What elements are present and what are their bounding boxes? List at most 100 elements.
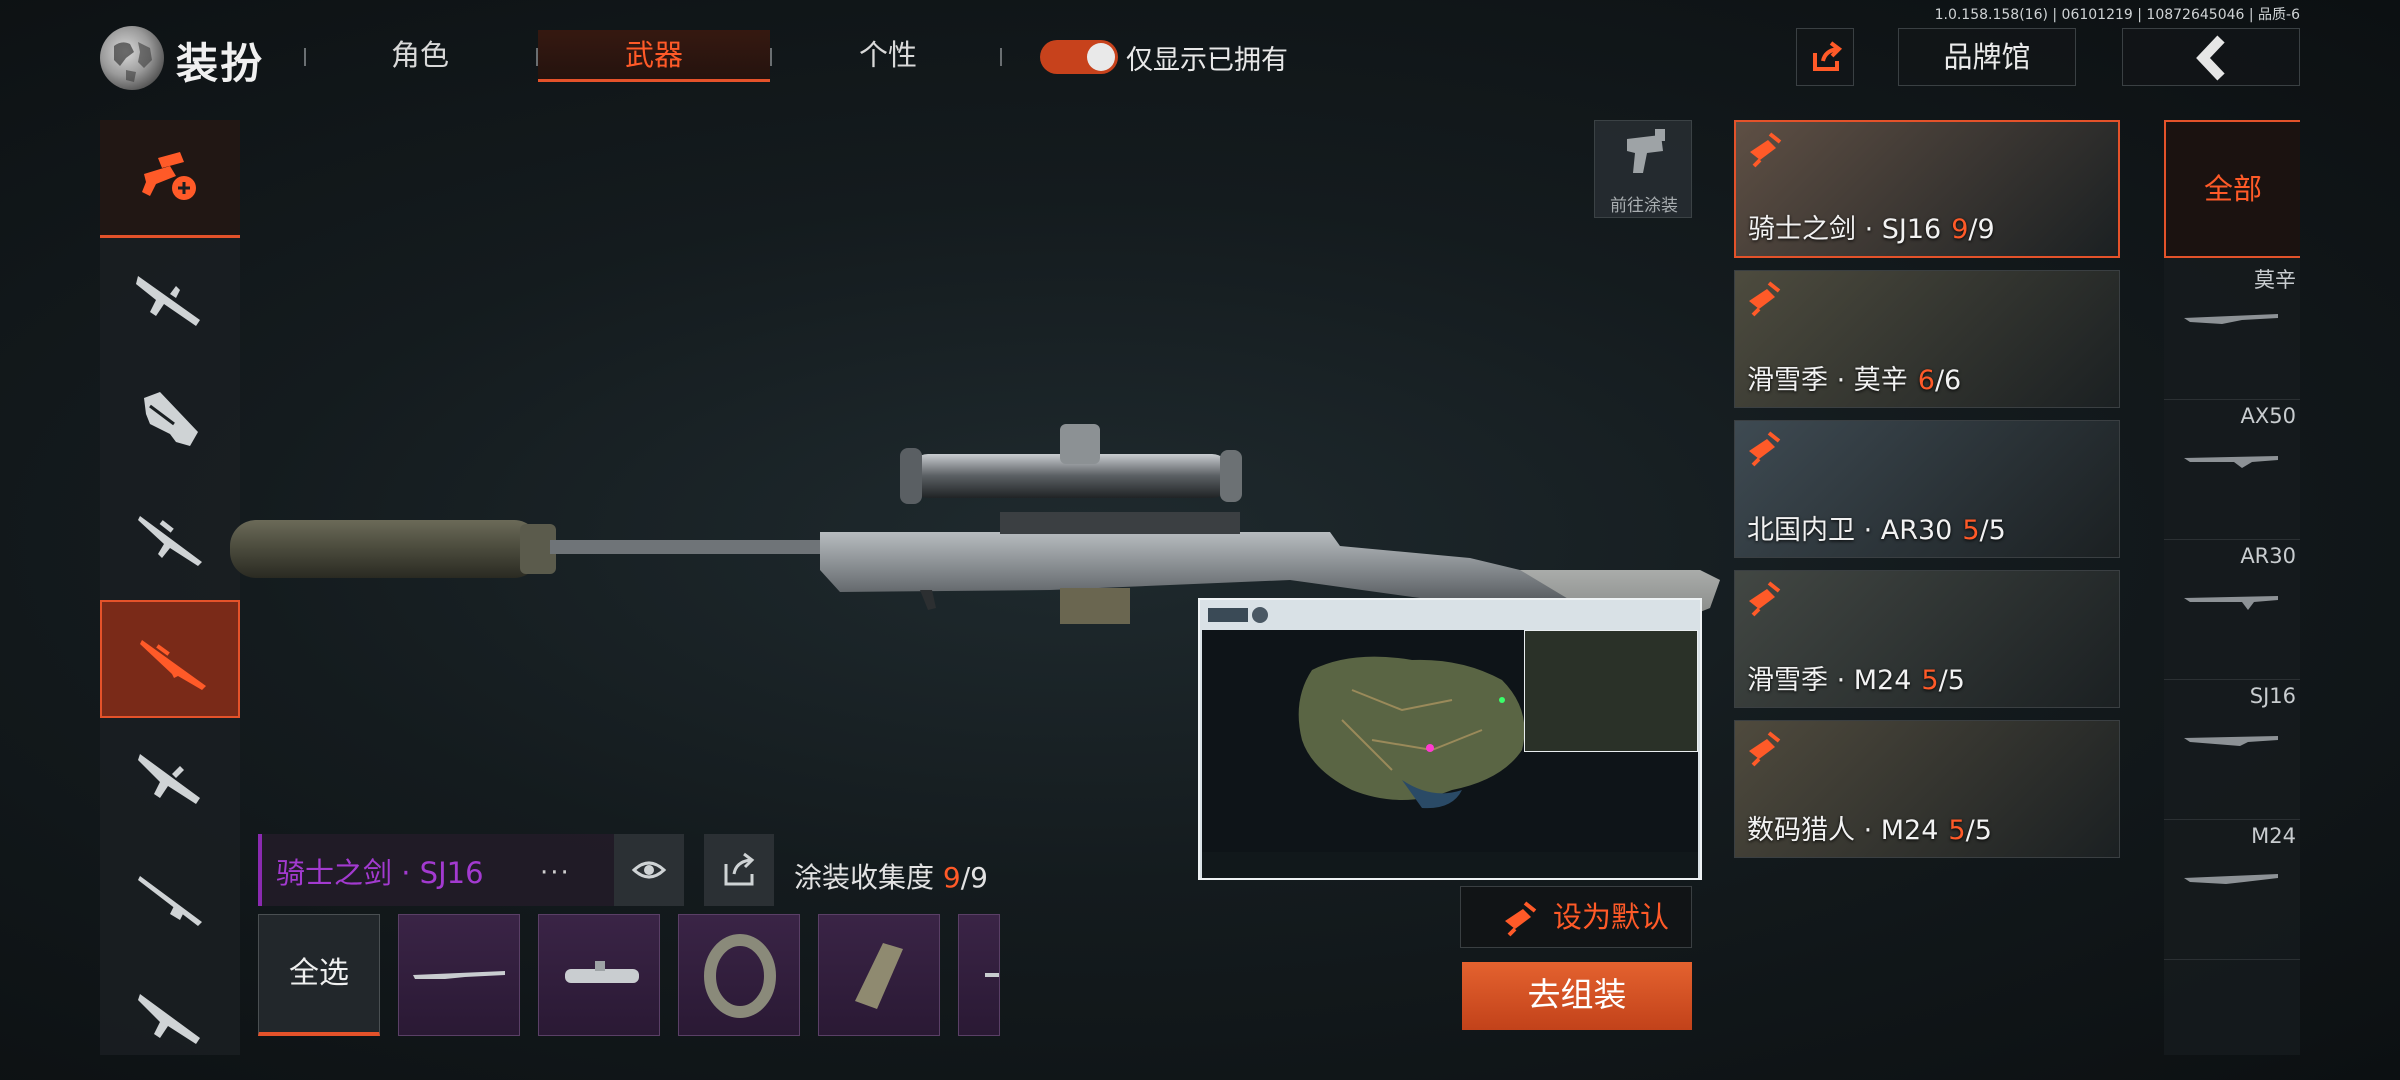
part-slot-magazine[interactable] — [818, 914, 940, 1036]
select-all-button[interactable]: 全选 — [258, 914, 380, 1036]
skin-label: 北国内卫 · AR30 5/5 — [1747, 508, 2006, 547]
current-skin-title: 骑士之剑 · SJ16 — [276, 856, 484, 890]
collection-owned-count: 9 — [942, 861, 961, 894]
map-window-titlebar — [1208, 607, 1268, 623]
assault-rifle-icon — [136, 276, 200, 326]
paint-roller-icon — [1749, 731, 1781, 767]
eye-icon — [631, 861, 667, 879]
filter-label: AR30 — [2240, 544, 2296, 568]
rifle-icon — [138, 994, 200, 1044]
floating-map-window[interactable] — [1198, 598, 1702, 880]
skin-total-count: /6 — [1934, 365, 1962, 396]
paint-roller-icon — [1749, 281, 1781, 317]
filter-item-ax50[interactable]: AX50 — [2164, 400, 2300, 540]
skin-total-count: /5 — [1938, 665, 1965, 696]
rifle-silhouette-icon — [2184, 874, 2278, 884]
category-shotgun[interactable] — [100, 840, 240, 958]
paint-roller-icon — [1749, 581, 1781, 617]
part-slot-muzzle-ring[interactable] — [678, 914, 800, 1036]
part-slot-rifle-body[interactable] — [398, 914, 520, 1036]
goto-paint-button[interactable]: 前往涂装 — [1594, 120, 1692, 218]
paint-roller-icon — [1505, 901, 1537, 937]
part-slot-partial[interactable] — [958, 914, 1000, 1036]
skin-owned-count: 5 — [1921, 665, 1939, 696]
sniper-rifle-icon — [140, 640, 206, 690]
skin-card[interactable]: 滑雪季 · M24 5/5 — [1734, 570, 2120, 708]
skin-label: 数码猎人 · M24 5/5 — [1747, 808, 1992, 847]
filter-label: 莫辛 — [2254, 268, 2296, 292]
filter-all-button[interactable]: 全部 — [2164, 120, 2300, 258]
skin-label: 滑雪季 · 莫辛 6/6 — [1747, 358, 1961, 397]
more-options-button[interactable]: ··· — [540, 858, 571, 888]
map-minimap-inset — [1524, 630, 1698, 752]
map-window-footer — [1202, 852, 1698, 878]
smg-icon — [144, 392, 198, 446]
skin-owned-count: 9 — [1951, 214, 1969, 245]
paint-roller-weapon-icon — [142, 152, 196, 200]
goto-paint-label: 前往涂装 — [1610, 196, 1678, 216]
skin-card[interactable]: 滑雪季 · 莫辛 6/6 — [1734, 270, 2120, 408]
filter-item-m24[interactable]: M24 — [2164, 820, 2300, 960]
rifle-silhouette-icon — [2184, 314, 2278, 324]
tab-character[interactable]: 角色 — [304, 30, 536, 82]
category-rifle[interactable] — [100, 960, 240, 1055]
category-sniper-rifle[interactable] — [100, 600, 240, 718]
share-skin-button[interactable] — [704, 834, 774, 906]
preview-toggle-button[interactable] — [614, 834, 684, 906]
skin-name-text: 骑士之剑 · SJ16 — [1748, 214, 1942, 245]
shotgun-icon — [138, 876, 202, 926]
chevron-left-icon — [2196, 35, 2225, 81]
owned-only-toggle[interactable] — [1040, 40, 1118, 74]
weapon-category-rail — [100, 120, 240, 1055]
map-view — [1202, 630, 1698, 852]
skin-name-text: 北国内卫 · AR30 — [1747, 515, 1953, 546]
skin-name-text: 数码猎人 · M24 — [1747, 815, 1939, 846]
go-assemble-button[interactable]: 去组装 — [1462, 962, 1692, 1030]
filter-label: AX50 — [2240, 404, 2296, 428]
filter-label: SJ16 — [2249, 684, 2296, 708]
skin-card[interactable]: 北国内卫 · AR30 5/5 — [1734, 420, 2120, 558]
tab-separator — [1000, 48, 1002, 66]
tab-weapon[interactable]: 武器 — [538, 30, 770, 82]
globe-logo-icon — [100, 26, 164, 90]
assault-rifle-2-icon — [138, 754, 200, 804]
category-all-weapons[interactable] — [100, 120, 240, 238]
set-default-button[interactable]: 设为默认 — [1460, 886, 1692, 948]
version-info: 1.0.158.158(16) | 06101219 | 10872645046… — [1934, 7, 2300, 23]
skin-owned-count: 5 — [1948, 815, 1966, 846]
part-slot-scope[interactable] — [538, 914, 660, 1036]
toggle-knob — [1087, 43, 1115, 71]
share-icon — [724, 852, 755, 886]
tab-personality[interactable]: 个性 — [772, 30, 1004, 82]
share-button[interactable] — [1796, 28, 1854, 86]
skin-card[interactable]: 数码猎人 · M24 5/5 — [1734, 720, 2120, 858]
skin-owned-count: 5 — [1962, 515, 1980, 546]
collection-label: 涂装收集度 — [794, 861, 935, 894]
rifle-silhouette-icon — [2184, 736, 2278, 746]
skin-label: 滑雪季 · M24 5/5 — [1747, 658, 1965, 697]
category-dmr[interactable] — [100, 480, 240, 598]
owned-only-label: 仅显示已拥有 — [1126, 45, 1288, 76]
filter-item-mosin[interactable]: 莫辛 — [2164, 260, 2300, 400]
skin-owned-count: 6 — [1917, 365, 1935, 396]
paint-collection-progress: 涂装收集度 9/9 — [794, 856, 988, 896]
skin-label: 骑士之剑 · SJ16 9/9 — [1748, 207, 1995, 246]
ring-icon — [704, 934, 776, 1018]
filter-label: M24 — [2251, 824, 2296, 848]
category-assault-rifle[interactable] — [100, 240, 240, 358]
category-assault-rifle-2[interactable] — [100, 720, 240, 838]
skin-name-text: 滑雪季 · M24 — [1747, 665, 1912, 696]
spray-gun-icon — [1627, 129, 1665, 173]
partial-part-icon — [985, 973, 999, 977]
weapon-filter-rail: 全部 莫辛 AX50 AR30 SJ16 M24 — [2164, 120, 2300, 1055]
skin-total-count: /5 — [1979, 515, 2006, 546]
share-icon — [1813, 41, 1843, 71]
back-button[interactable] — [2122, 28, 2300, 86]
skin-card[interactable]: 骑士之剑 · SJ16 9/9 — [1734, 120, 2120, 258]
rifle-body-icon — [413, 971, 505, 979]
brand-hall-button[interactable]: 品牌馆 — [1898, 28, 2076, 86]
rifle-silhouette-icon — [2184, 596, 2278, 610]
filter-item-sj16[interactable]: SJ16 — [2164, 680, 2300, 820]
filter-item-ar30[interactable]: AR30 — [2164, 540, 2300, 680]
category-smg[interactable] — [100, 360, 240, 478]
